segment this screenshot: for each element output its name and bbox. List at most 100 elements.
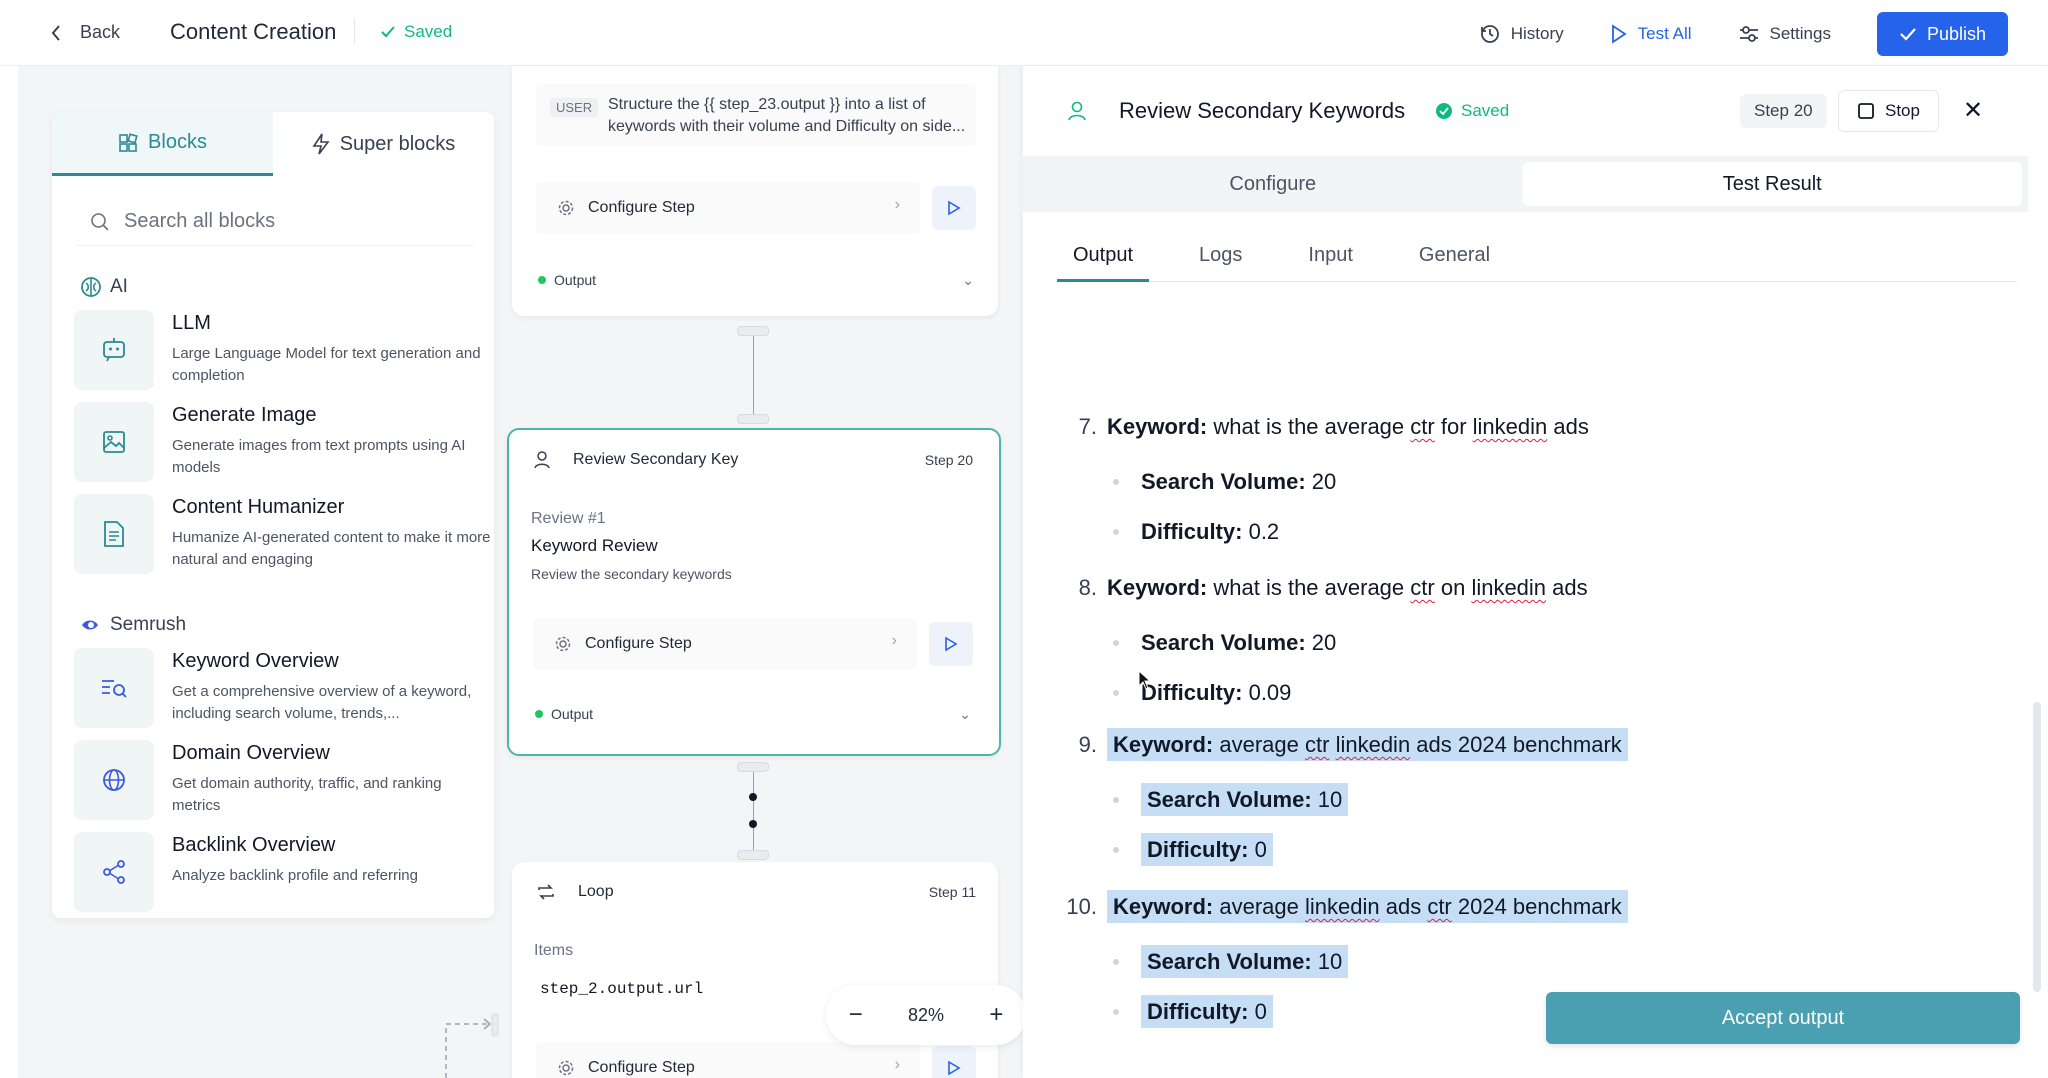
block-backlink-overview[interactable]: Backlink Overview Analyze backlink profi… — [74, 832, 476, 912]
check-circle-icon — [1436, 103, 1452, 119]
review-number: Review #1 — [531, 510, 606, 527]
section-ai-label: AI — [110, 276, 128, 297]
configure-step-button[interactable]: Configure Step › — [536, 182, 920, 234]
configure-step-label: Configure Step — [585, 635, 692, 652]
block-generate-image-title: Generate Image — [172, 404, 317, 426]
chevron-right-icon: › — [891, 632, 897, 649]
share-icon — [103, 860, 125, 884]
node-step-label: Step 20 — [924, 452, 973, 468]
run-step-button[interactable] — [932, 1046, 976, 1078]
configure-step-row: Configure Step › — [536, 182, 976, 234]
zoom-in-button[interactable]: + — [989, 1001, 1003, 1029]
blocks-icon — [119, 132, 138, 152]
back-button[interactable]: Back — [50, 22, 120, 43]
saved-label: Saved — [404, 22, 453, 41]
output-label: Output — [554, 272, 597, 288]
run-step-button[interactable] — [932, 186, 976, 230]
publish-button[interactable]: Publish — [1876, 12, 2008, 56]
search-blocks-input[interactable]: Search all blocks — [76, 198, 474, 246]
user-prompt-text: Structure the {{ step_23.output }} into … — [608, 96, 966, 135]
publish-label: Publish — [1926, 23, 1986, 44]
play-icon — [1611, 24, 1627, 44]
keyword-difficulty: Difficulty: 0.2 — [1113, 519, 1279, 545]
keyword-item: 7. Keyword: what is the average ctr for l… — [1078, 414, 1589, 439]
output-label: Output — [551, 706, 594, 722]
configure-step-button[interactable]: Configure Step › — [533, 618, 917, 670]
stop-button[interactable]: Stop — [1838, 90, 1939, 132]
history-button[interactable]: History — [1479, 23, 1564, 45]
connector-handle[interactable] — [737, 414, 769, 424]
block-keyword-overview[interactable]: Keyword Overview Get a comprehensive ove… — [74, 648, 476, 728]
items-value[interactable]: step_2.output.url — [540, 980, 703, 998]
output-toggle[interactable]: Output ⌄ — [535, 706, 971, 722]
output-content: 7. Keyword: what is the average ctr for l… — [1057, 306, 2017, 1041]
tab-logs[interactable]: Logs — [1183, 244, 1258, 282]
output-scrollbar[interactable] — [2033, 702, 2041, 992]
connector-handle[interactable] — [737, 850, 769, 860]
block-generate-image[interactable]: Generate Image Generate images from text… — [74, 402, 476, 482]
status-dot — [538, 276, 546, 284]
segment-test-result[interactable]: Test Result — [1522, 162, 2022, 206]
block-content-humanizer[interactable]: Content Humanizer Humanize AI-generated … — [74, 494, 491, 574]
tab-input[interactable]: Input — [1292, 244, 1368, 282]
tab-blocks[interactable]: Blocks — [52, 112, 273, 176]
accept-output-button[interactable]: Accept output — [1546, 992, 2020, 1044]
search-placeholder: Search all blocks — [124, 210, 276, 232]
connector-point[interactable] — [749, 820, 757, 828]
block-llm-title: LLM — [172, 312, 211, 334]
keyword-search-volume: Search Volume: 20 — [1113, 469, 1336, 495]
test-all-button[interactable]: Test All — [1610, 24, 1692, 44]
block-domain-overview-icon-box — [74, 740, 154, 820]
settings-button[interactable]: Settings — [1738, 24, 1831, 44]
keyword-search-volume: Search Volume: 10 — [1113, 783, 1349, 816]
tab-output[interactable]: Output — [1057, 244, 1150, 282]
chevron-right-icon: › — [894, 196, 900, 213]
tab-general[interactable]: General — [1403, 244, 1506, 282]
ai-brain-icon — [81, 277, 101, 297]
configure-step-label: Configure Step — [588, 199, 695, 216]
top-bar: Back Content Creation Saved History Test… — [0, 0, 2048, 66]
sliders-icon — [1739, 26, 1758, 42]
block-content-humanizer-icon-box — [74, 494, 154, 574]
result-tabs: Output Logs Input General — [1057, 244, 2017, 282]
top-actions: History Test All Settings Publish — [1479, 12, 2008, 56]
connector-handle[interactable] — [737, 326, 769, 336]
run-step-button[interactable] — [929, 622, 973, 666]
block-llm[interactable]: LLM Large Language Model for text genera… — [74, 310, 481, 390]
semrush-logo-icon — [82, 620, 98, 630]
connector-handle[interactable] — [737, 762, 769, 772]
close-icon[interactable]: ✕ — [1963, 96, 1983, 125]
keyword-difficulty: Difficulty: 0 — [1113, 995, 1273, 1028]
tab-super-blocks[interactable]: Super blocks — [273, 112, 494, 176]
output-toggle[interactable]: Output ⌄ — [538, 272, 974, 288]
zoom-out-button[interactable]: − — [849, 1001, 863, 1029]
block-llm-icon-box — [74, 310, 154, 390]
connector-point[interactable] — [749, 793, 757, 801]
block-keyword-overview-icon-box — [74, 648, 154, 728]
blocks-tabs: Blocks Super blocks — [52, 112, 494, 176]
flow-node-review-secondary-key[interactable]: Review Secondary Key Step 20 Review #1 K… — [507, 428, 1001, 756]
history-label: History — [1510, 24, 1564, 43]
panel-title: Review Secondary Keywords — [1119, 98, 1406, 123]
test-all-label: Test All — [1637, 24, 1692, 43]
block-generate-image-desc: Generate images from text prompts using … — [172, 437, 466, 476]
chat-bot-icon — [103, 338, 125, 362]
loop-icon — [538, 884, 554, 900]
block-domain-overview[interactable]: Domain Overview Get domain authority, tr… — [74, 740, 476, 820]
configure-step-button[interactable]: Configure Step › — [536, 1042, 920, 1078]
block-domain-overview-title: Domain Overview — [172, 742, 330, 764]
panel-step-badge: Step 20 — [1740, 94, 1827, 128]
segment-configure[interactable]: Configure — [1023, 156, 1523, 212]
items-label: Items — [534, 942, 574, 959]
side-connector — [445, 1013, 499, 1078]
block-keyword-overview-title: Keyword Overview — [172, 650, 339, 672]
review-title: Keyword Review — [531, 536, 658, 555]
flow-node-loop[interactable]: Loop Step 11 Items step_2.output.url Con… — [512, 862, 998, 1078]
gear-icon — [558, 200, 574, 216]
tab-blocks-label: Blocks — [148, 131, 207, 153]
search-icon — [91, 212, 109, 231]
flow-node-structure[interactable]: USER Structure the {{ step_23.output }} … — [512, 66, 998, 316]
page-title: Content Creation — [170, 19, 337, 44]
node-title: Loop — [578, 883, 614, 900]
block-llm-desc: Large Language Model for text generation… — [172, 345, 481, 384]
